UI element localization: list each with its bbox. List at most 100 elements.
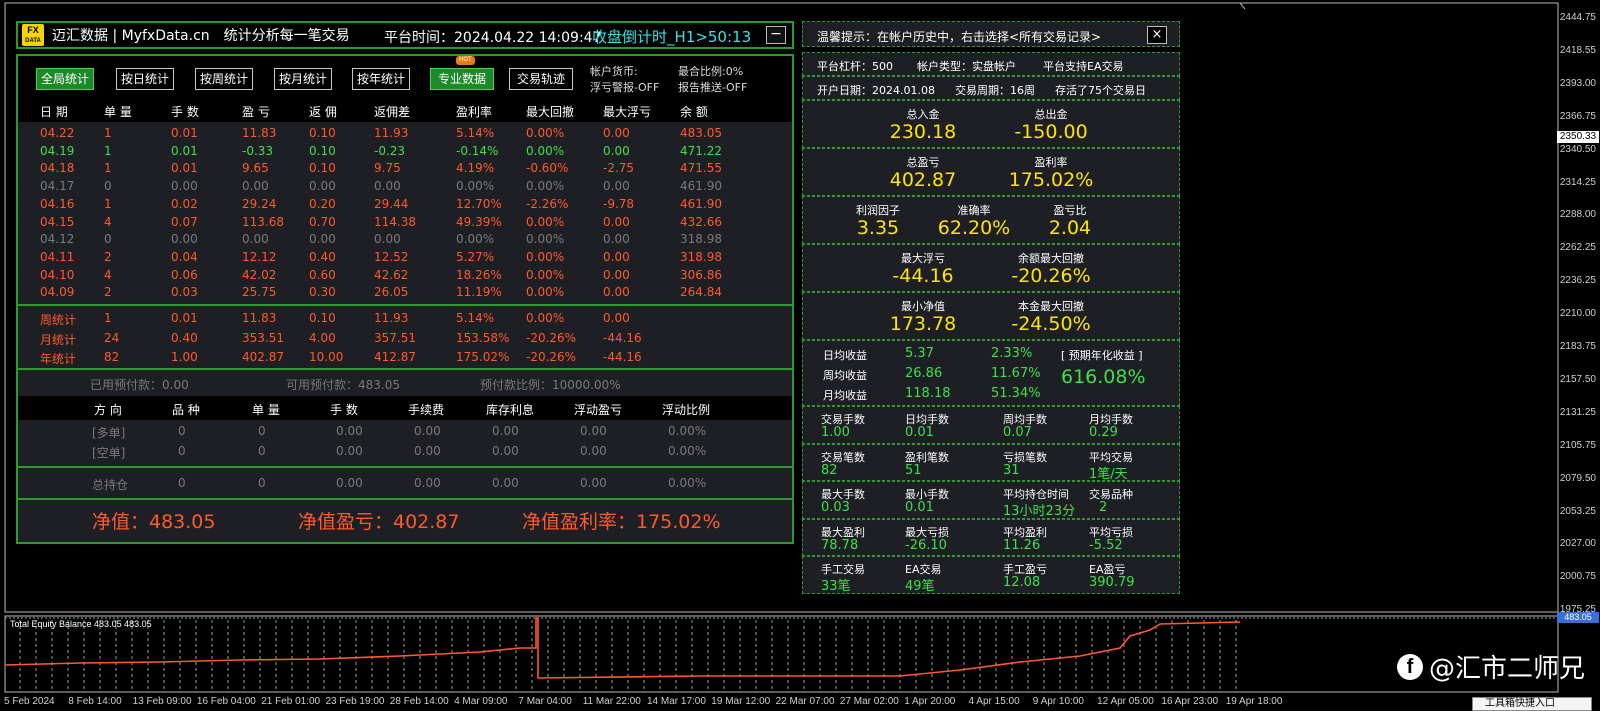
table-cell: 483.05 [680, 126, 722, 140]
platform-time: 平台时间：2024.04.22 14:09:47 [384, 30, 602, 46]
position-header-cell: 手续费 [408, 403, 445, 417]
table-row: 04.10 4 0.06 42.02 0.60 42.62 18.26% 0.00% 0.00 3… [18, 266, 792, 284]
table-cell: 0 [178, 424, 186, 438]
table-row: 04.09 2 0.03 25.75 0.30 26.05 11.19% 0.00% 0.00 2… [18, 283, 792, 301]
table-cell: 0.00% [526, 249, 565, 264]
table-cell: 1.00 [171, 350, 198, 364]
profit-rate-label: 盈利率 [1034, 156, 1068, 169]
table-row: 04.18 1 0.01 9.65 0.10 9.75 4.19% -0.60% -2.75 47… [18, 159, 792, 177]
table-cell: 0.00 [603, 267, 630, 282]
table-cell: 24 [104, 330, 120, 345]
table-cell: 0.00% [668, 424, 707, 438]
table-cell: 26.05 [374, 285, 409, 300]
close-countdown: 收盘倒计时_H1>50:13 [592, 28, 752, 46]
time-tick: 19 Mar 12:00 [711, 696, 771, 707]
tab-2[interactable]: 按周统计 [195, 68, 253, 90]
table-cell: -9.78 [603, 196, 635, 211]
pl-ratio-value: 2.04 [1048, 217, 1092, 239]
available-margin: 可用预付款：483.05 [286, 378, 400, 392]
tab-5[interactable]: 专业数据 [430, 68, 494, 90]
monthly-label: 月均收益 [823, 389, 867, 402]
table-cell: 0 [258, 444, 266, 458]
open-date: 开户日期：2024.01.08 [817, 84, 935, 97]
table-cell: 0 [104, 179, 112, 194]
minimize-button[interactable]: − [766, 26, 786, 44]
table-cell: 0.00 [580, 424, 607, 438]
table-cell: 12.70% [456, 196, 502, 211]
table-cell: 0.00% [526, 232, 565, 247]
table-cell: -0.23 [374, 143, 406, 158]
stats-box: 全局统计 按日统计 按周统计 按月统计 按年统计 专业数据 交易轨迹 HOT 帐户货币: 最… [16, 54, 794, 544]
tip-text: 温馨提示：在帐户历史中，右击选择<所有交易记录> [817, 30, 1102, 44]
stat-value: 33笔 [821, 579, 851, 594]
table-cell: [多单] [92, 426, 126, 440]
account-type: 帐户类型：实盘帐户 [917, 60, 1016, 73]
deposit-block: 总入金 230.18 总出金 -150.00 [802, 100, 1180, 148]
accuracy-value: 62.20% [937, 217, 1011, 239]
table-cell: 29.24 [242, 196, 277, 211]
tab-4[interactable]: 按年统计 [352, 68, 410, 90]
summary-row: 年统计 82 1.00 402.87 10.00 412.87 175.02% -20.26%… [18, 348, 792, 366]
daily-header-cell: 盈 亏 [242, 105, 270, 119]
close-icon[interactable]: × [1147, 26, 1167, 44]
stat-value: 51 [905, 462, 922, 478]
price-tick: 2105.75 [1559, 439, 1596, 451]
float-warning[interactable]: 浮亏警报-OFF [590, 79, 659, 95]
balance-dd-value: -20.26% [1011, 265, 1091, 287]
summary-row: 周统计 1 0.01 11.83 0.10 11.93 5.14% 0.00% 0.00 [18, 309, 792, 327]
float-block: 最大浮亏 -44.16 余额最大回撤 -20.26% [802, 244, 1180, 292]
principal-dd-label: 本金最大回撤 [1018, 300, 1084, 313]
table-row: 04.19 1 0.01 -0.33 0.10 -0.23 -0.14% 0.00% 0.00 4… [18, 142, 792, 160]
toolbox-shortcut[interactable]: 工具箱快捷入口 [1472, 697, 1592, 711]
position-total: 总持仓 0 0 0.00 0.00 0.00 0.00 0.00% [18, 468, 792, 498]
tab-0[interactable]: 全局统计 [36, 68, 94, 90]
used-margin: 已用预付款：0.00 [90, 378, 189, 392]
table-cell: 0.00% [526, 126, 565, 140]
balance-dd-label: 余额最大回撤 [1018, 252, 1084, 265]
table-cell: -20.26% [526, 350, 577, 364]
table-cell: 0.60 [309, 267, 336, 282]
table-cell: 153.58% [456, 330, 510, 345]
monthly-value: 118.18 [905, 386, 951, 401]
table-cell: 0.00 [336, 444, 363, 458]
table-cell: 0.00 [171, 179, 198, 194]
tab-3[interactable]: 按月统计 [274, 68, 332, 90]
equity-indicator-value: 483.05 [1557, 612, 1599, 623]
withdraw-label: 总出金 [1034, 108, 1068, 121]
table-cell: 1 [104, 196, 112, 211]
table-cell: 0.03 [171, 285, 198, 300]
table-cell: 0.04 [171, 249, 198, 264]
table-cell: 175.02% [456, 350, 510, 364]
table-cell: 318.98 [680, 249, 722, 264]
trade-stats-row: 手工交易 33笔 EA交易 49笔 手工盈亏 12.08 EA盈亏 390.79 [802, 556, 1180, 594]
tab-6[interactable]: 交易轨迹 [509, 68, 573, 90]
factor-block: 利润因子 3.35 准确率 62.20% 盈亏比 2.04 [802, 196, 1180, 244]
time-tick: 1 Apr 20:00 [904, 696, 956, 707]
table-cell: 113.68 [242, 214, 284, 229]
watermark: f @汇市二师兄 [1397, 648, 1585, 685]
weekly-value: 26.86 [905, 366, 943, 381]
table-cell: -20.26% [526, 330, 577, 345]
time-tick: 9 Apr 10:00 [1032, 696, 1084, 707]
position-header-cell: 品 种 [172, 403, 200, 417]
principal-dd-value: -24.50% [1011, 313, 1091, 335]
table-cell: 11.19% [456, 285, 502, 300]
stat-label: 交易品种 [1089, 488, 1133, 501]
time-tick: 21 Feb 01:00 [261, 696, 321, 707]
equity-rate: 净值盈利率：175.02% [522, 511, 721, 533]
time-tick: 11 Mar 22:00 [582, 696, 641, 707]
table-cell: 0.30 [309, 285, 336, 300]
price-tick: 2210.00 [1559, 308, 1596, 320]
max-float-value: -44.16 [892, 265, 954, 287]
table-cell: -2.26% [526, 196, 569, 211]
tab-1[interactable]: 按日统计 [116, 68, 174, 90]
table-cell: 0 [258, 424, 266, 438]
time-tick: 8 Feb 14:00 [68, 696, 122, 707]
table-cell: 318.98 [680, 232, 722, 247]
report-push[interactable]: 报告推送-OFF [678, 79, 747, 95]
table-row: 04.22 1 0.01 11.83 0.10 11.93 5.14% 0.00% 0.00 48… [18, 124, 792, 142]
stat-value: 0.01 [905, 425, 934, 440]
min-equity-label: 最小净值 [901, 300, 945, 313]
table-cell: 0.00 [603, 232, 630, 247]
daily-table-header: 日 期 单 量 手 数 盈 亏 返 佣 返佣差 盈利率 最大回撤 最大浮亏 余 额 [18, 98, 792, 122]
